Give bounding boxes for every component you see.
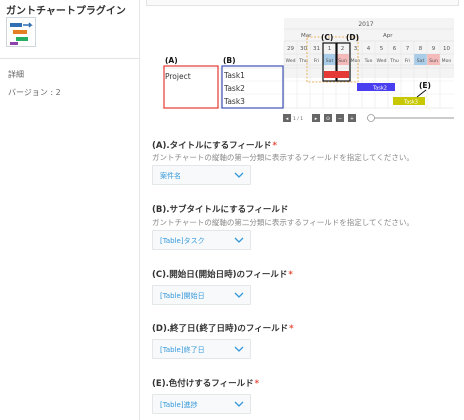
gantt-month-mar: Mar <box>301 33 312 39</box>
main-content: 2017 Mar Apr 29 Wed 30 Thu 31 Fri 1 Sat 2 Sun 3 Mon… <box>141 0 464 420</box>
gantt-date-label: 8 <box>419 46 423 52</box>
gantt-date-label: 2 <box>341 46 345 52</box>
gantt-date-label: 4 <box>367 46 371 52</box>
field-c-select[interactable]: [Table]開始日 <box>152 285 251 305</box>
marker-e-label: (E) <box>419 81 431 90</box>
gantt-row-project: Project <box>165 72 191 81</box>
gantt-weekday-label: Tue <box>364 58 373 64</box>
required-mark: * <box>288 270 293 280</box>
gantt-date-label: 3 <box>354 46 358 52</box>
gantt-year: 2017 <box>358 21 373 28</box>
chevron-down-icon <box>234 346 244 352</box>
field-b-label: (B).サブタイトルにするフィールド <box>152 205 289 215</box>
gantt-date-label: 9 <box>432 46 436 52</box>
version-text: バージョン : 2 <box>8 88 61 97</box>
top-panel-edge <box>146 0 459 6</box>
gantt-month-apr: Apr <box>383 33 393 39</box>
gantt-row-task3: Task3 <box>223 97 245 106</box>
gantt-weekday-label: Wed <box>376 58 386 64</box>
gantt-date-label: 10 <box>443 46 450 52</box>
gantt-weekday-label: Sat <box>326 58 334 64</box>
chevron-down-icon <box>234 401 244 407</box>
gantt-bar-project <box>324 71 349 78</box>
field-a-select[interactable]: 案件名 <box>152 165 251 185</box>
gantt-date-label: 31 <box>313 46 320 52</box>
gantt-weekday-label: Fri <box>314 58 319 64</box>
field-b-select[interactable]: [Table]タスク <box>152 230 251 250</box>
svg-text:+: + <box>350 116 354 122</box>
gantt-row-task2: Task2 <box>223 84 245 93</box>
field-b-value: [Table]タスク <box>160 237 205 245</box>
gantt-date-label: 5 <box>380 46 384 52</box>
gantt-date-label: 1 <box>328 46 332 52</box>
detail-link[interactable]: 詳細 <box>8 69 24 80</box>
required-mark: * <box>289 324 294 334</box>
marker-a-label: (A) <box>165 56 178 65</box>
field-a-description: ガントチャートの縦軸の第一分類に表示するフィールドを指定してください。 <box>152 153 414 162</box>
zoom-slider-thumb <box>367 114 375 122</box>
gantt-weekday-label: Fri <box>405 58 410 64</box>
gantt-weekday-label: Sun <box>338 58 347 64</box>
field-c-value: [Table]開始日 <box>160 292 205 300</box>
gantt-bar-task2-label: Task2 <box>372 86 387 92</box>
gantt-date-label: 29 <box>287 46 294 52</box>
field-e-value: [Table]進捗 <box>160 401 198 409</box>
gantt-date-label: 6 <box>393 46 397 52</box>
field-d-select[interactable]: [Table]終了日 <box>152 339 251 359</box>
gantt-bar-task3-label: Task3 <box>403 100 418 106</box>
gantt-preview-image: 2017 Mar Apr 29 Wed 30 Thu 31 Fri 1 Sat 2 Sun 3 Mon… <box>161 16 454 141</box>
field-a-value: 案件名 <box>160 172 181 180</box>
marker-b-label: (B) <box>223 56 236 65</box>
gantt-weekday-label: Wed <box>285 58 295 64</box>
gantt-weekday-label: Sun <box>429 58 438 64</box>
gantt-weekday-label: Sat <box>417 58 425 64</box>
field-d-label: (D).終了日(終了日時)のフィールド* <box>152 324 294 334</box>
field-d-value: [Table]終了日 <box>160 346 205 354</box>
gantt-weekday-label: Mon <box>351 58 361 64</box>
plugin-title: ガントチャートプラグイン <box>6 6 126 17</box>
pager-text: 1 / 1 <box>293 116 303 122</box>
chevron-down-icon <box>234 237 244 243</box>
gantt-row-task1: Task1 <box>223 71 245 80</box>
gantt-logo-icon <box>6 17 36 47</box>
marker-c-label: (C) <box>321 33 333 42</box>
svg-text:⊙: ⊙ <box>326 116 330 122</box>
required-mark: * <box>254 379 260 389</box>
chevron-down-icon <box>234 292 244 298</box>
gantt-weekday-label: Thu <box>389 58 399 64</box>
sidebar-divider <box>0 58 140 59</box>
gantt-weekday-label: Thu <box>298 58 308 64</box>
field-e-label: (E).色付けするフィールド* <box>152 379 260 389</box>
gantt-date-label: 7 <box>406 46 410 52</box>
required-mark: * <box>272 141 277 151</box>
marker-d-label: (D) <box>346 33 359 42</box>
chevron-down-icon <box>234 172 244 178</box>
field-e-select[interactable]: [Table]進捗 <box>152 394 251 414</box>
field-b-description: ガントチャートの縦軸の第二分類に表示するフィールドを指定してください。 <box>152 218 414 227</box>
gantt-weekday-label: Mon <box>442 58 452 64</box>
sidebar: ガントチャートプラグイン 詳細 バージョン : 2 <box>0 0 140 420</box>
svg-text:−: − <box>338 116 342 122</box>
field-a-label: (A).タイトルにするフィールド* <box>152 141 277 151</box>
gantt-date-label: 30 <box>300 46 307 52</box>
field-c-label: (C).開始日(開始日時)のフィールド* <box>152 270 293 280</box>
